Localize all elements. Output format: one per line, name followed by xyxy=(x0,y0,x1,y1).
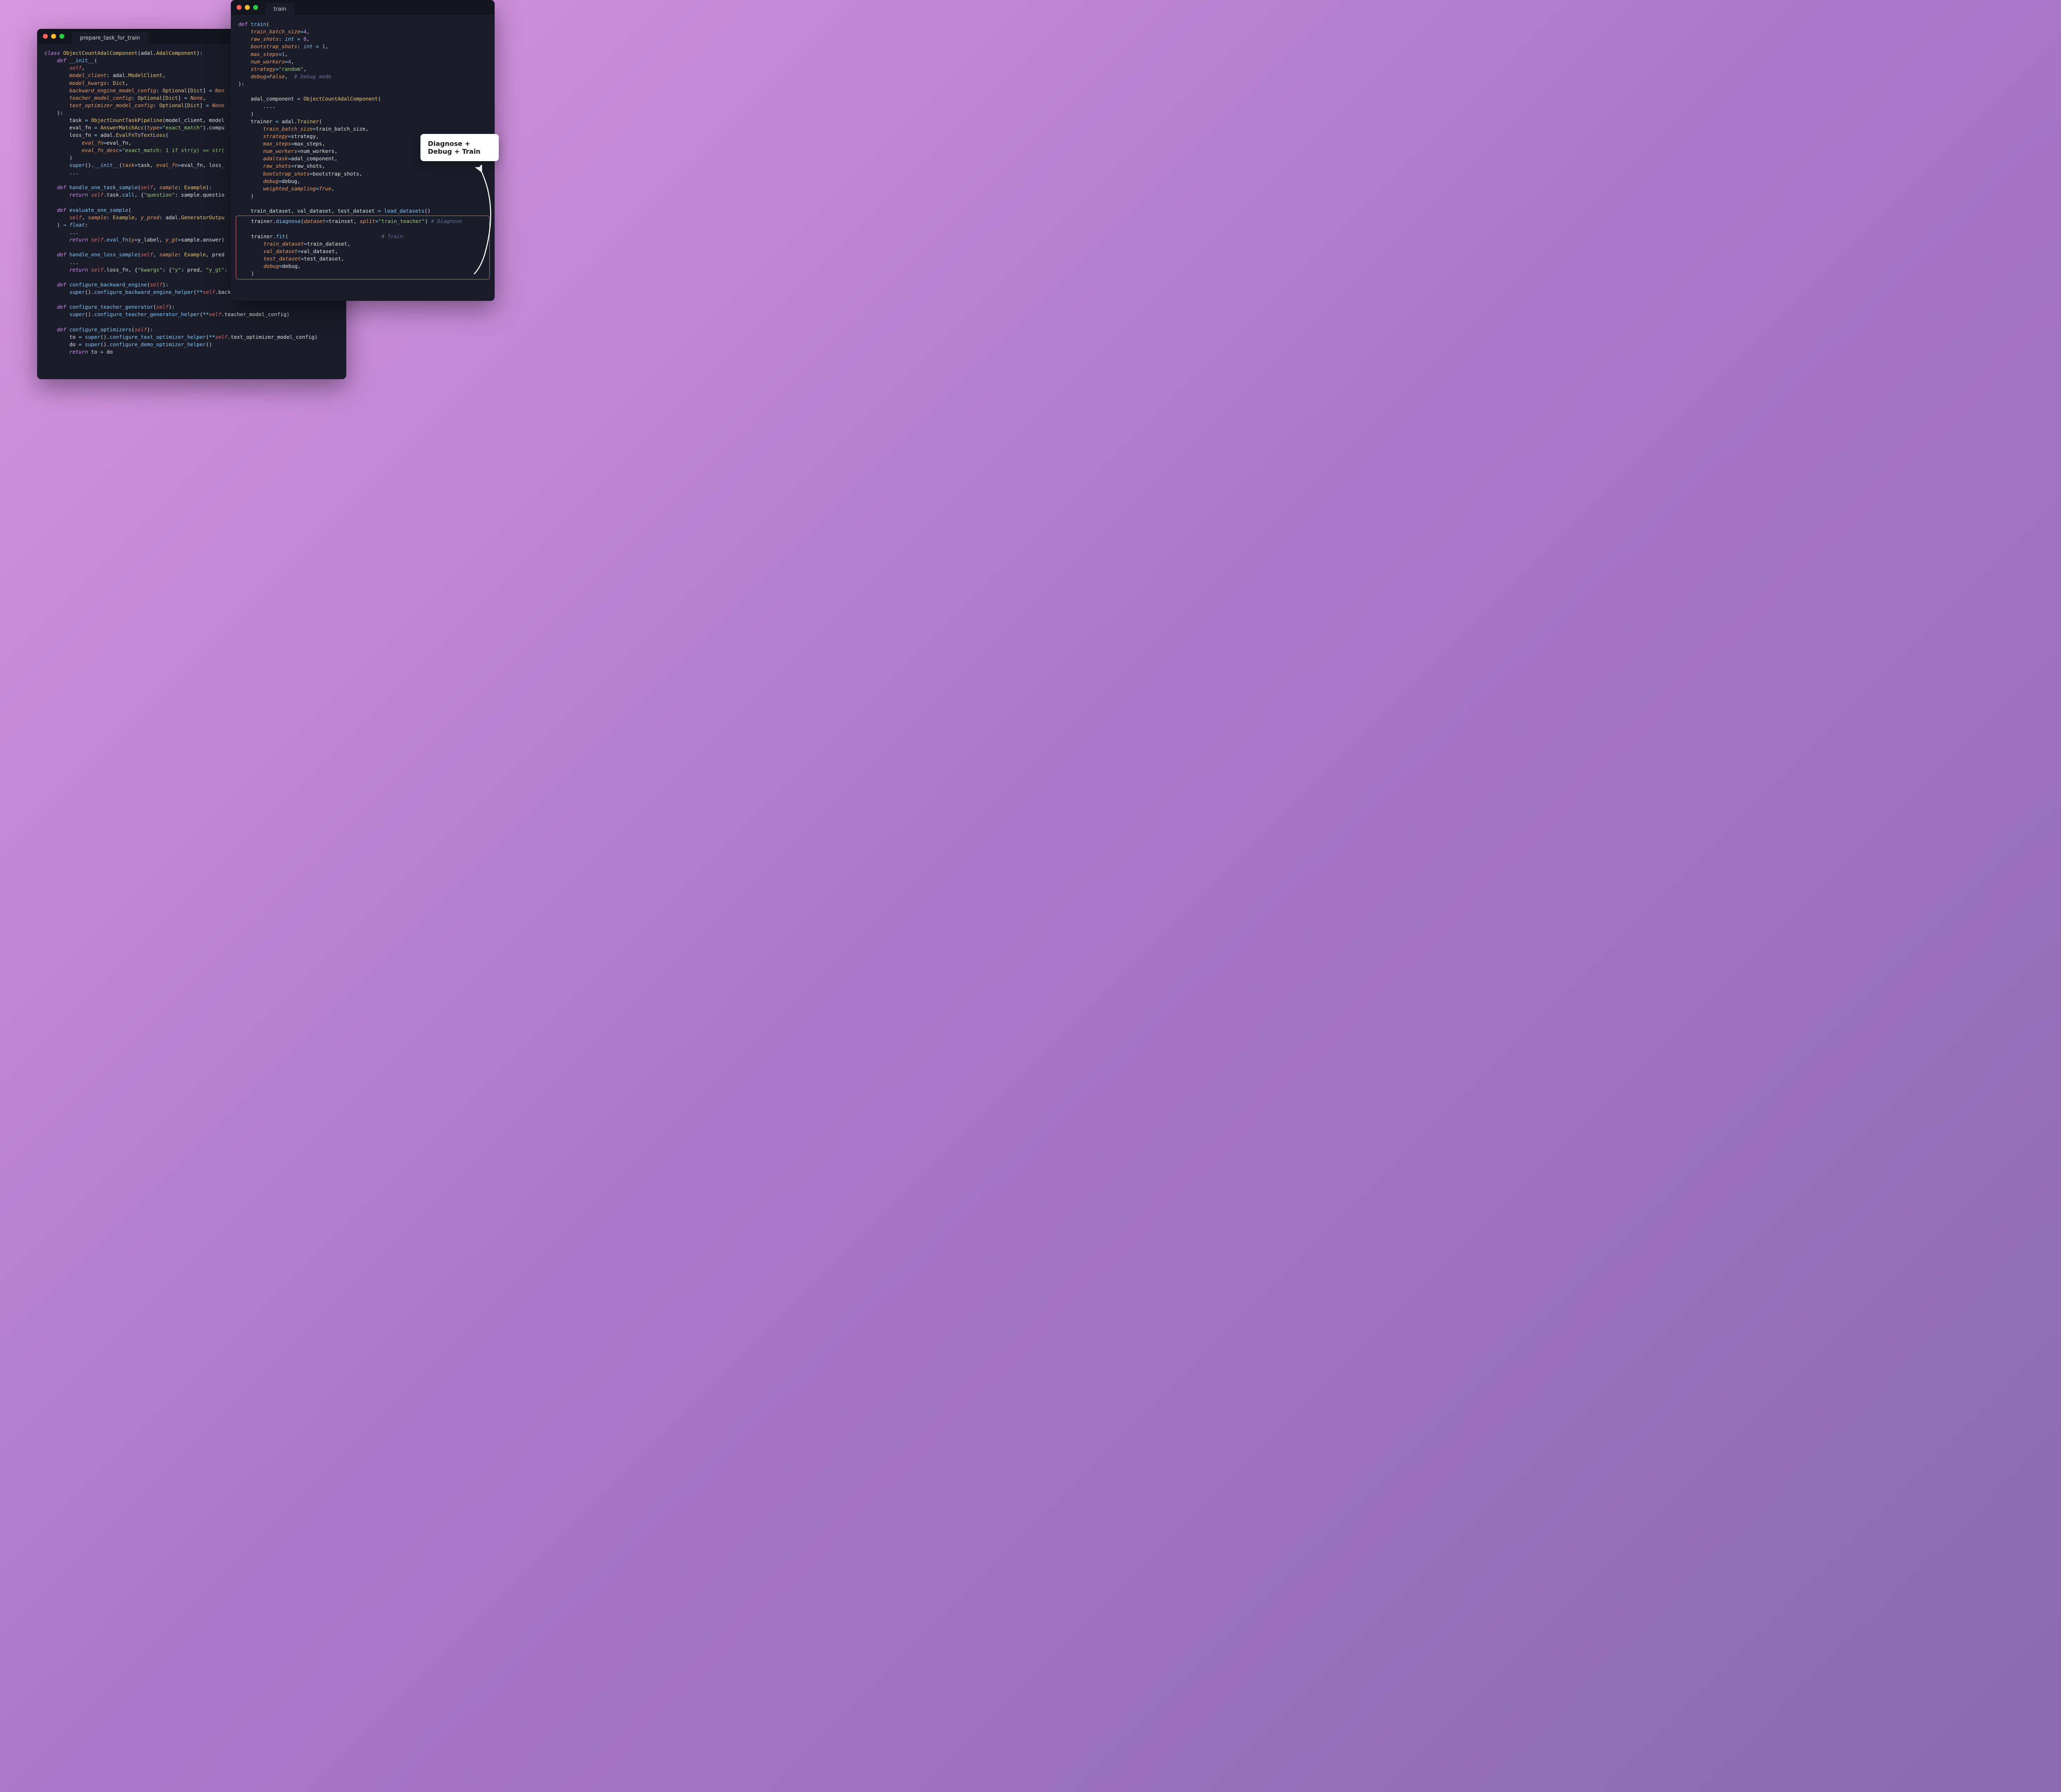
maximize-icon[interactable] xyxy=(59,34,64,39)
diagnose-comment: # Diagnose xyxy=(431,218,462,224)
tab-prepare-task[interactable]: prepare_task_for_train xyxy=(72,32,148,45)
highlighted-block: trainer.diagnose(dataset=trainset, split… xyxy=(236,216,490,279)
traffic-lights xyxy=(237,5,258,10)
titlebar: train xyxy=(231,0,495,15)
adal-component-cls: ObjectCountAdalComponent xyxy=(303,96,378,102)
tab-train[interactable]: train xyxy=(265,3,294,16)
minimize-icon[interactable] xyxy=(51,34,56,39)
maximize-icon[interactable] xyxy=(253,5,258,10)
close-icon[interactable] xyxy=(237,5,242,10)
class-name: ObjectCountAdalComponent xyxy=(63,50,138,56)
train-comment: # Train xyxy=(381,233,403,239)
eval-fn: AnswerMatchAcc xyxy=(100,124,143,131)
task-pipeline: ObjectCountTaskPipeline xyxy=(91,117,162,123)
minimize-icon[interactable] xyxy=(245,5,250,10)
close-icon[interactable] xyxy=(43,34,48,39)
debug-comment: # Debug mode xyxy=(294,73,331,80)
load-datasets-fn: load_datasets xyxy=(384,208,425,214)
callout-text: Diagnose + Debug + Train xyxy=(428,140,481,155)
train-fn: train xyxy=(251,21,266,27)
callout-box: Diagnose + Debug + Train xyxy=(420,134,499,161)
traffic-lights xyxy=(43,34,64,39)
